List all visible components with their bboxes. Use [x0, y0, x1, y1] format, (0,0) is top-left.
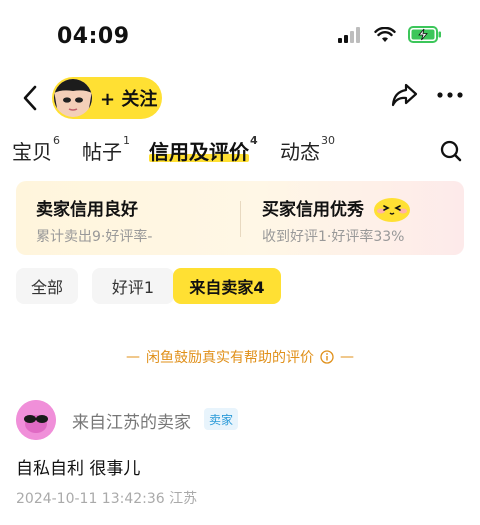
mascot-icon	[374, 198, 410, 222]
filter-from-seller[interactable]: 来自卖家4	[173, 268, 281, 304]
tab-items-label: 宝贝	[12, 140, 52, 164]
follow-button[interactable]: + 关注	[52, 77, 162, 119]
info-icon	[320, 350, 334, 364]
signal-icon	[338, 26, 360, 43]
reviewer-name: 来自江苏的卖家	[72, 413, 191, 433]
tab-activity[interactable]: 动态30	[280, 134, 335, 165]
buyer-credit-sub: 收到好评1·好评率33%	[262, 229, 405, 245]
review-text: 自私自利 很事儿	[16, 459, 141, 479]
back-button[interactable]	[14, 80, 46, 116]
seller-credit-sub: 累计卖出9·好评率-	[36, 229, 153, 245]
status-icons	[338, 26, 442, 43]
filter-from-seller-label: 来自卖家4	[189, 278, 265, 297]
share-icon	[391, 83, 418, 107]
filter-all-label: 全部	[30, 278, 63, 297]
status-bar: 04:09	[0, 0, 480, 70]
top-nav: + 关注	[0, 72, 480, 124]
seller-credit: 卖家信用良好 累计卖出9·好评率-	[36, 195, 152, 246]
tab-items-count: 6	[53, 134, 60, 147]
encourage-notice[interactable]: — 闲鱼鼓励真实有帮助的评价 —	[0, 347, 480, 367]
tab-credit-reviews-label: 信用及评价	[149, 140, 249, 164]
profile-tabs: 宝贝6 帖子1 信用及评价4 动态30	[0, 134, 480, 172]
share-button[interactable]	[390, 82, 418, 112]
battery-icon	[408, 26, 441, 43]
seller-credit-title: 卖家信用良好	[36, 200, 138, 220]
status-time: 04:09	[57, 24, 130, 49]
review-meta: 2024-10-11 13:42:36 江苏	[16, 491, 198, 507]
tab-activity-count: 30	[321, 134, 335, 147]
seller-avatar	[54, 79, 92, 117]
more-icon	[437, 92, 463, 98]
role-badge: 卖家	[204, 408, 239, 430]
reviewer-avatar[interactable]	[16, 400, 56, 440]
tab-credit-reviews-count: 4	[250, 134, 258, 147]
credit-summary-card: 卖家信用良好 累计卖出9·好评率- 买家信用优秀 收到好评1·好评率33%	[16, 181, 464, 255]
filter-all[interactable]: 全部	[16, 268, 78, 304]
dash-right: —	[340, 349, 354, 365]
search-icon	[440, 140, 462, 162]
encourage-text: 闲鱼鼓励真实有帮助的评价	[146, 350, 314, 366]
more-button[interactable]	[436, 84, 464, 110]
filter-positive-label: 好评1	[111, 278, 155, 297]
back-icon	[23, 85, 37, 111]
tab-posts-label: 帖子	[82, 140, 122, 164]
tab-posts[interactable]: 帖子1	[82, 134, 130, 165]
filter-positive[interactable]: 好评1	[92, 268, 174, 304]
tab-credit-reviews[interactable]: 信用及评价4	[149, 134, 258, 165]
dash-left: —	[126, 349, 140, 365]
tab-activity-label: 动态	[280, 140, 320, 164]
search-button[interactable]	[440, 140, 462, 166]
tab-items[interactable]: 宝贝6	[12, 134, 60, 165]
follow-label: + 关注	[100, 89, 158, 110]
tab-posts-count: 1	[123, 134, 130, 147]
credit-divider	[240, 201, 241, 237]
wifi-icon	[374, 26, 396, 42]
